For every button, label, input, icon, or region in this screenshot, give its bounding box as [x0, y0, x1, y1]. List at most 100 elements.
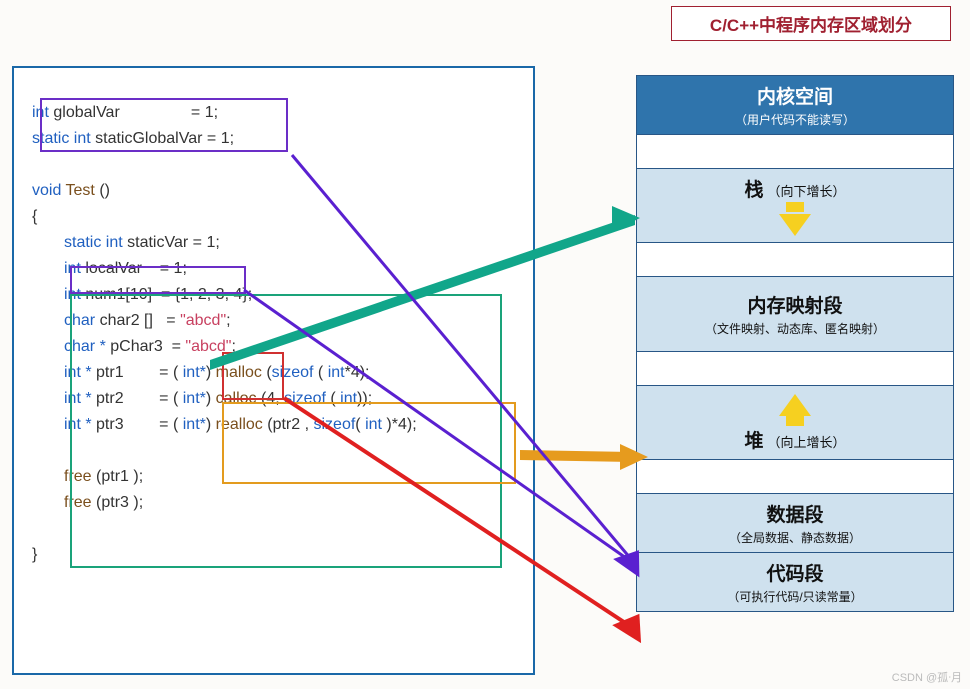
id: ptr3 [96, 416, 124, 433]
id: staticVar [127, 234, 188, 251]
eq1: = 1; [160, 260, 187, 277]
tail: )*4); [386, 416, 416, 433]
code-line: static int staticVar = 1; [32, 230, 515, 256]
parens: () [99, 182, 110, 199]
id: num1[10] [85, 286, 152, 303]
fn: free [64, 468, 92, 485]
kw-char: char [64, 312, 95, 329]
kw-static-int: static int [32, 130, 91, 147]
kw-charp: char * [64, 338, 106, 355]
code-line: int * ptr1 = ( int*) malloc (sizeof ( in… [32, 360, 515, 386]
watermark: CSDN @孤ᐧ月 [892, 669, 962, 685]
fn-name: Test [66, 182, 95, 199]
kw-int: int [32, 104, 49, 121]
code-line: int localVar = 1; [32, 256, 515, 282]
eq1: = 1; [207, 130, 234, 147]
id: globalVar [53, 104, 119, 121]
code-line: void Test () [32, 178, 515, 204]
id: pChar3 [110, 338, 162, 355]
id: ptr2 [96, 390, 124, 407]
code-line: int * ptr3 = ( int*) realloc (ptr2 , siz… [32, 412, 515, 438]
tail: *4); [345, 364, 370, 381]
arrlit: = {1, 2, 3, 4}; [161, 286, 252, 303]
fn: free [64, 494, 92, 511]
code-line: int globalVar = 1; [32, 100, 515, 126]
code-line: int * ptr2 = ( int*) calloc (4, sizeof (… [32, 386, 515, 412]
fn: calloc [216, 390, 257, 407]
region-title: 内核空间 [757, 87, 833, 108]
id: ptr1 [96, 364, 124, 381]
code-line: { [32, 204, 515, 230]
semi: ; [231, 338, 235, 355]
stack-arrow-stem [786, 202, 804, 212]
kw-intp: int * [64, 416, 92, 433]
gap [636, 459, 954, 493]
eq: = [159, 364, 168, 381]
region-sub: （用户代码不能读写） [641, 111, 949, 128]
code-line: static int staticGlobalVar = 1; [32, 126, 515, 152]
gap [636, 351, 954, 385]
region-stack: 栈 （向下增长） [636, 168, 954, 242]
code-line: int num1[10] = {1, 2, 3, 4}; [32, 282, 515, 308]
eq: = [172, 338, 181, 355]
eq1: = 1; [193, 234, 220, 251]
kw-int: int [64, 260, 81, 277]
region-data: 数据段 （全局数据、静态数据） [636, 493, 954, 552]
kw-sizeof: sizeof [313, 416, 355, 433]
eq: = [166, 312, 175, 329]
region-note: （向下增长） [767, 184, 845, 199]
heap-grow-up-icon [779, 394, 811, 416]
kw-intp: int * [64, 390, 92, 407]
id: localVar [85, 260, 142, 277]
kw-sizeof: sizeof [272, 364, 314, 381]
region-text: 代码段 （可执行代码/只读常量） [636, 552, 954, 612]
cast: int* [183, 364, 206, 381]
eq: = [159, 390, 168, 407]
region-sub: （文件映射、动态库、匿名映射） [641, 320, 949, 337]
diagram-title: C/C++中程序内存区域划分 [671, 6, 951, 41]
region-heap: 堆 （向上增长） [636, 385, 954, 459]
gap [636, 134, 954, 168]
region-title: 栈 [745, 180, 764, 201]
code-panel: int globalVar = 1; static int staticGlob… [12, 66, 535, 675]
code-line: free (ptr1 ); [32, 464, 515, 490]
kw-int: int [340, 390, 357, 407]
kw-intp: int * [64, 364, 92, 381]
arg: ptr1 [101, 468, 129, 485]
memory-layout: 内核空间 （用户代码不能读写） 栈 （向下增长） 内存映射段 （文件映射、动态库… [636, 75, 954, 612]
args: (ptr2 , [267, 416, 309, 433]
region-sub: （可执行代码/只读常量） [641, 588, 949, 605]
fn: realloc [216, 416, 263, 433]
region-title: 内存映射段 [747, 296, 842, 317]
region-mmap: 内存映射段 （文件映射、动态库、匿名映射） [636, 276, 954, 351]
cast: int* [183, 416, 206, 433]
gap [636, 242, 954, 276]
code-line: char char2 [] = "abcd"; [32, 308, 515, 334]
str: "abcd" [180, 312, 226, 329]
arrow-allocs-to-heap [520, 450, 632, 462]
id: staticGlobalVar [95, 130, 202, 147]
code-line: free (ptr3 ); [32, 490, 515, 516]
id: char2 [] [100, 312, 153, 329]
str: "abcd" [185, 338, 231, 355]
stack-grow-down-icon [779, 214, 811, 236]
region-title: 堆 [745, 431, 764, 452]
code-line: char * pChar3 = "abcd"; [32, 334, 515, 360]
eq: = [159, 416, 168, 433]
kw-sizeof: sizeof [284, 390, 326, 407]
eq1: = 1; [191, 104, 218, 121]
semi: ; [226, 312, 230, 329]
arg: ptr3 [101, 494, 129, 511]
fn: malloc [216, 364, 262, 381]
cast: int* [183, 390, 206, 407]
heap-arrow-stem [786, 416, 804, 426]
kw-int: int [64, 286, 81, 303]
args: (4, [261, 390, 280, 407]
region-note: （向上增长） [767, 435, 845, 450]
region-title: 数据段 [766, 505, 823, 526]
code-line: } [32, 542, 515, 568]
region-kernel: 内核空间 （用户代码不能读写） [636, 75, 954, 134]
region-sub: （全局数据、静态数据） [641, 529, 949, 546]
kw-void: void [32, 182, 61, 199]
region-title: 代码段 [766, 564, 823, 585]
